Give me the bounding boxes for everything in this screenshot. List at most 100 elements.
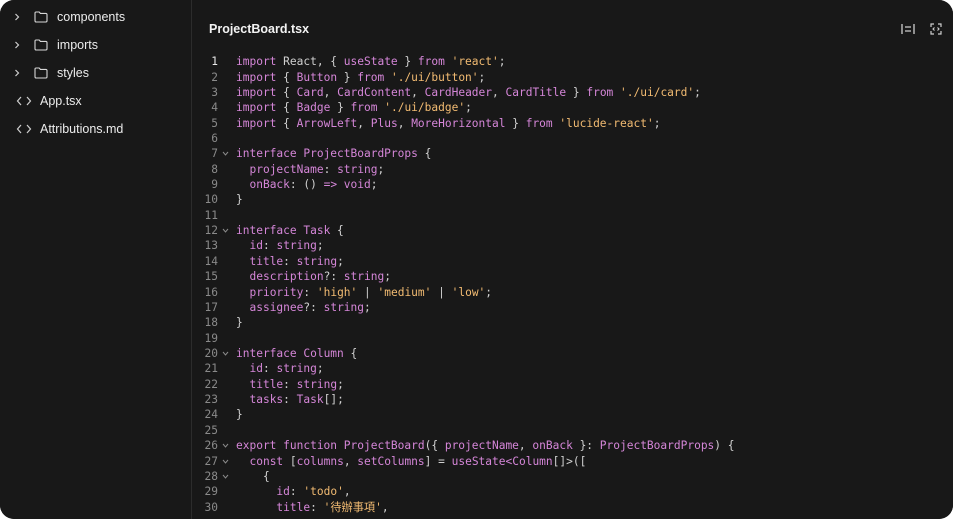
line-number: 12 [204, 224, 218, 238]
code-line[interactable]: 16 priority: 'high' | 'medium' | 'low'; [193, 284, 953, 299]
code-token: useState [451, 454, 506, 468]
code-token: tasks [249, 393, 284, 407]
line-number: 10 [204, 193, 218, 207]
code-text: tasks: Task[]; [236, 393, 343, 407]
code-token: => void [323, 178, 371, 192]
code-token: import [236, 70, 284, 84]
code-token: ProjectBoardProps [303, 147, 418, 161]
chevron-right-icon[interactable] [11, 69, 22, 77]
code-line[interactable]: 12 interface Task { [193, 223, 953, 238]
code-token: 'low' [451, 285, 486, 299]
sidebar-folder[interactable]: styles [0, 59, 192, 87]
code-token: Column [303, 346, 344, 360]
line-number: 13 [204, 239, 218, 253]
fold-chevron-icon[interactable] [222, 441, 230, 450]
folder-icon [33, 65, 49, 81]
code-line[interactable]: 3 import { Card, CardContent, CardHeader,… [193, 85, 953, 100]
code-line[interactable]: 13 id: string; [193, 238, 953, 253]
code-line[interactable]: 5 import { ArrowLeft, Plus, MoreHorizonta… [193, 115, 953, 130]
code-line[interactable]: 1 import React, { useState } from 'react'… [193, 54, 953, 69]
code-line[interactable]: 18} [193, 315, 953, 330]
code-line[interactable]: 9 onBack: () => void; [193, 177, 953, 192]
code-line[interactable]: 23 tasks: Task[]; [193, 392, 953, 407]
code-text: import { Button } from './ui/button'; [236, 71, 485, 84]
code-token: 'react' [451, 55, 499, 69]
fold-chevron-icon[interactable] [222, 149, 230, 158]
code-token: Card [296, 85, 324, 99]
code-token: MoreHorizontal [411, 116, 506, 130]
code-text: assignee?: string; [236, 301, 370, 314]
code-token: : [310, 501, 324, 515]
code-token: , [492, 85, 506, 99]
chevron-right-icon[interactable] [11, 41, 22, 49]
code-line[interactable]: 27 const [columns, setColumns] = useStat… [193, 453, 953, 468]
line-number: 28 [204, 469, 218, 483]
code-line[interactable]: 21 id: string; [193, 361, 953, 376]
sidebar-folder[interactable]: imports [0, 31, 192, 59]
sidebar-folder[interactable]: components [0, 3, 192, 31]
code-line[interactable]: 14 title: string; [193, 254, 953, 269]
code-token: ({ [424, 439, 445, 453]
code-token: Button [296, 70, 338, 84]
code-text: id: 'todo', [236, 485, 351, 499]
code-token: ; [653, 116, 661, 130]
sidebar-item-label: Attributions.md [40, 122, 124, 136]
code-line[interactable]: 24} [193, 407, 953, 422]
code-token: import [236, 101, 284, 115]
code-line[interactable]: 19 [193, 330, 953, 345]
code-line[interactable]: 2 import { Button } from './ui/button'; [193, 69, 953, 84]
code-token: ?: [323, 270, 344, 284]
code-token: from [417, 55, 452, 69]
code-line[interactable]: 28 { [193, 469, 953, 484]
sidebar-file[interactable]: Attributions.md [0, 115, 192, 143]
code-line[interactable]: 22 title: string; [193, 377, 953, 392]
code-line[interactable]: 10} [193, 192, 953, 207]
code-line[interactable]: 17 assignee?: string; [193, 300, 953, 315]
code-token: : [323, 162, 338, 176]
code-line[interactable]: 30 title: '待辦事項', [193, 499, 953, 515]
code-file-icon [16, 93, 32, 109]
code-token: ProjectBoardProps [599, 439, 715, 453]
code-token: 'high' [316, 285, 358, 299]
code-line[interactable]: 26 export function ProjectBoard({ project… [193, 438, 953, 453]
fold-chevron-icon[interactable] [222, 349, 230, 358]
code-token: , [411, 85, 425, 99]
code-token: { [236, 469, 270, 483]
code-expand-button[interactable] [927, 20, 945, 38]
code-text: import { Card, CardContent, CardHeader, … [236, 86, 701, 99]
line-number: 15 [204, 270, 218, 284]
code-line[interactable]: 8 projectName: string; [193, 162, 953, 177]
code-line[interactable]: 29 id: 'todo', [193, 484, 953, 499]
code-token: <Column [505, 454, 553, 468]
wrap-lines-button[interactable] [899, 20, 917, 38]
code-token: ; [377, 162, 385, 176]
code-line[interactable]: 4 import { Badge } from './ui/badge'; [193, 100, 953, 115]
sidebar-item-label: App.tsx [40, 94, 82, 108]
code-line[interactable]: 11 [193, 208, 953, 223]
fold-chevron-icon[interactable] [222, 226, 230, 235]
code-line[interactable]: 25 [193, 423, 953, 438]
code-token: , [381, 501, 389, 515]
code-token: , [343, 485, 351, 499]
code-line[interactable]: 7 interface ProjectBoardProps { [193, 146, 953, 161]
code-token: Badge [296, 101, 331, 115]
code-token: id [276, 485, 290, 499]
code-line[interactable]: 20 interface Column { [193, 346, 953, 361]
line-number: 5 [211, 116, 218, 130]
fold-chevron-icon[interactable] [222, 472, 230, 481]
code-token: ) { [714, 439, 735, 453]
code-line[interactable]: 15 description?: string; [193, 269, 953, 284]
code-text: description?: string; [236, 270, 390, 284]
line-number: 18 [204, 316, 218, 330]
chevron-right-icon[interactable] [11, 13, 22, 21]
fold-chevron-icon[interactable] [222, 457, 230, 466]
code-line[interactable]: 6 [193, 131, 953, 146]
sidebar-file[interactable]: App.tsx [0, 87, 192, 115]
line-number: 16 [204, 285, 218, 299]
code-token: from [525, 116, 560, 130]
code-text: import { Badge } from './ui/badge'; [236, 101, 472, 114]
